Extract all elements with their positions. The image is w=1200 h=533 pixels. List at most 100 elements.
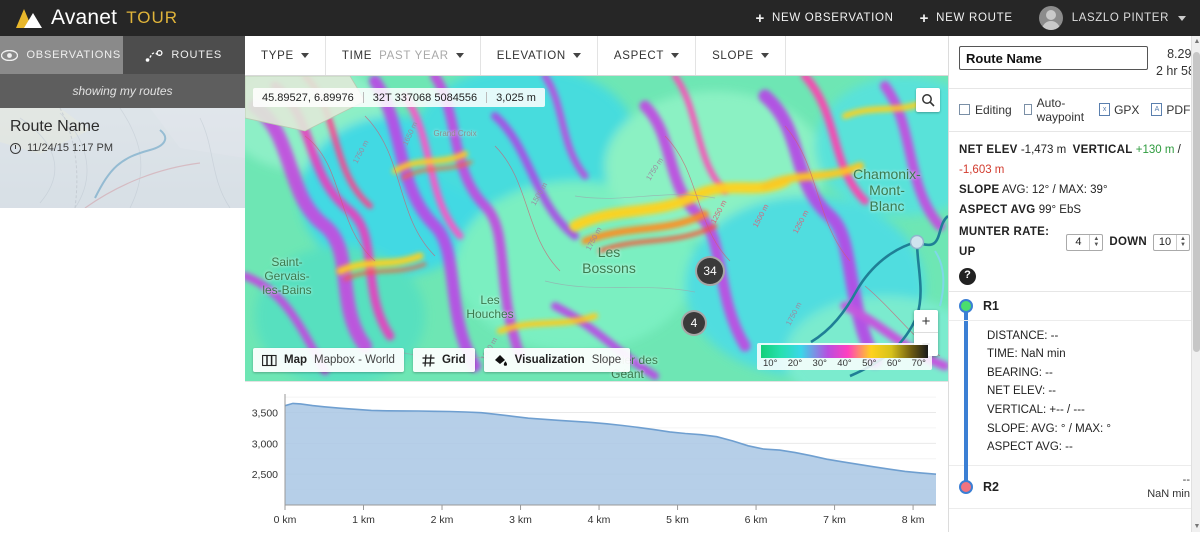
gpx-export-link[interactable]: x GPX: [1099, 103, 1139, 117]
coords-elevation: 3,025 m: [487, 92, 545, 104]
legend-ticks: 10° 20° 30° 40° 50° 60° 70°: [761, 358, 928, 369]
map-cluster-marker[interactable]: 4: [681, 310, 707, 336]
help-button[interactable]: ?: [959, 268, 976, 285]
tab-observations-label: OBSERVATIONS: [26, 49, 121, 61]
map-visualization-selector[interactable]: Visualization Slope: [484, 348, 631, 372]
svg-text:1 km: 1 km: [352, 514, 375, 526]
waypoint-vertical: VERTICAL: +-- / ---: [987, 401, 1190, 420]
new-route-button[interactable]: + NEW ROUTE: [920, 11, 1013, 26]
waypoint-stats-r1: DISTANCE: -- TIME: NaN min BEARING: -- N…: [949, 321, 1200, 466]
aspect-value: 99° EbS: [1039, 204, 1081, 216]
mountain-logo-icon: [16, 8, 42, 28]
filter-elevation-label: ELEVATION: [497, 50, 566, 62]
waypoint-row-r2[interactable]: R2 -- NaN min: [949, 466, 1200, 510]
coords-latlon: 45.89527, 6.89976: [253, 92, 363, 104]
legend-gradient: [761, 345, 928, 358]
coordinate-readout: 45.89527, 6.89976 32T 337068 5084556 3,0…: [253, 88, 545, 107]
brand-logo[interactable]: Avanet TOUR: [0, 6, 178, 30]
plus-icon: +: [756, 11, 765, 26]
filter-aspect-label: ASPECT: [614, 50, 664, 62]
new-observation-button[interactable]: + NEW OBSERVATION: [756, 11, 894, 26]
vertical-label: VERTICAL: [1073, 144, 1133, 156]
waypoint-row-r1[interactable]: R1: [949, 292, 1200, 321]
panel-header: 8.292 km 2 hr 58 min: [949, 36, 1200, 88]
top-header: Avanet TOUR + NEW OBSERVATION + NEW ROUT…: [0, 0, 1200, 36]
svg-text:0 km: 0 km: [274, 514, 297, 526]
filter-slope-label: SLOPE: [712, 50, 754, 62]
legend-tick: 30°: [813, 358, 827, 369]
cluster-count: 34: [703, 264, 716, 278]
waypoint-list: R1 DISTANCE: -- TIME: NaN min BEARING: -…: [949, 291, 1200, 510]
zoom-in-button[interactable]: +: [914, 310, 938, 333]
munter-label: MUNTER RATE: UP: [959, 222, 1060, 262]
filter-type[interactable]: TYPE: [245, 36, 326, 75]
route-list-item[interactable]: Route Name 11/24/15 1:17 PM: [0, 108, 245, 208]
route-card-title: Route Name: [10, 118, 100, 136]
map-basemap-label: Map: [284, 354, 307, 366]
route-name-input[interactable]: [959, 46, 1148, 70]
route-card-timestamp: 11/24/15 1:17 PM: [27, 142, 113, 154]
stepper-arrows-icon[interactable]: ▲▼: [1176, 235, 1189, 250]
chevron-down-icon: [301, 53, 309, 58]
elevation-profile-chart[interactable]: 2,5003,0003,5000 km1 km2 km3 km4 km5 km6…: [245, 381, 948, 532]
munter-down-label: DOWN: [1109, 232, 1147, 252]
pdf-label: PDF: [1166, 103, 1190, 117]
new-route-label: NEW ROUTE: [936, 12, 1013, 24]
checkbox-icon: [1024, 104, 1032, 115]
vertical-separator: /: [1178, 144, 1181, 156]
brand-subtitle: TOUR: [126, 8, 178, 28]
stepper-arrows-icon[interactable]: ▲▼: [1089, 235, 1102, 250]
chevron-down-icon: [761, 53, 769, 58]
panel-scrollbar[interactable]: ▲ ▼: [1191, 36, 1200, 532]
svg-text:3 km: 3 km: [509, 514, 532, 526]
grid-icon: [422, 354, 435, 367]
scrollbar-thumb[interactable]: [1193, 52, 1200, 352]
waypoint-bearing: BEARING: --: [987, 364, 1190, 383]
scroll-down-arrow-icon[interactable]: ▼: [1194, 523, 1200, 530]
coords-utm: 32T 337068 5084556: [364, 92, 486, 104]
legend-tick: 50°: [862, 358, 876, 369]
filter-time-value: PAST YEAR: [379, 50, 449, 62]
aspect-row: ASPECT AVG 99° EbS: [959, 200, 1190, 220]
map-grid-toggle[interactable]: Grid: [413, 348, 475, 372]
filter-toolbar: TYPE TIME PAST YEAR ELEVATION ASPECT SLO…: [245, 36, 948, 76]
app-root: Avanet TOUR + NEW OBSERVATION + NEW ROUT…: [0, 0, 1200, 532]
slope-label: SLOPE: [959, 184, 999, 196]
svg-text:2 km: 2 km: [431, 514, 454, 526]
map-control-row: Map Mapbox - World Grid Visualization: [253, 348, 630, 372]
filter-time[interactable]: TIME PAST YEAR: [326, 36, 481, 75]
map-basemap-selector[interactable]: Map Mapbox - World: [253, 348, 404, 372]
legend-tick: 20°: [788, 358, 802, 369]
net-elev-row: NET ELEV -1,473 m VERTICAL +130 m / -1,6…: [959, 140, 1190, 180]
filter-aspect[interactable]: ASPECT: [598, 36, 696, 75]
filter-elevation[interactable]: ELEVATION: [481, 36, 598, 75]
map-cluster-marker[interactable]: 34: [695, 256, 725, 286]
elevation-profile-svg: 2,5003,0003,5000 km1 km2 km3 km4 km5 km6…: [245, 382, 948, 533]
search-icon: [921, 93, 935, 107]
waypoint-summary: -- NaN min: [1147, 473, 1190, 502]
sidebar-empty-area: [0, 208, 245, 532]
map-view[interactable]: 1750 m 1650 m 1500 m 1750 m 1750 m 1250 …: [245, 76, 948, 381]
scroll-up-arrow-icon[interactable]: ▲: [1194, 38, 1200, 45]
header-actions: + NEW OBSERVATION + NEW ROUTE LASZLO PIN…: [756, 6, 1200, 30]
filter-type-label: TYPE: [261, 50, 294, 62]
munter-up-stepper[interactable]: 4 ▲▼: [1066, 234, 1103, 251]
editing-label: Editing: [975, 103, 1012, 117]
map-search-button[interactable]: [916, 88, 940, 112]
chevron-down-icon: [671, 53, 679, 58]
pdf-export-link[interactable]: A PDF: [1151, 103, 1190, 117]
editing-checkbox[interactable]: Editing: [959, 103, 1012, 117]
svg-text:6 km: 6 km: [745, 514, 768, 526]
user-menu[interactable]: LASZLO PINTER: [1039, 6, 1186, 30]
tab-observations[interactable]: OBSERVATIONS: [0, 36, 123, 74]
auto-waypoint-checkbox[interactable]: Auto-waypoint: [1024, 96, 1087, 124]
gpx-file-icon: x: [1099, 103, 1110, 116]
checkbox-icon: [959, 104, 970, 115]
waypoint-time: TIME: NaN min: [987, 345, 1190, 364]
svg-text:3,000: 3,000: [252, 438, 278, 450]
route-card-meta: 11/24/15 1:17 PM: [10, 142, 113, 154]
munter-down-stepper[interactable]: 10 ▲▼: [1153, 234, 1190, 251]
tab-routes[interactable]: ROUTES: [123, 36, 246, 74]
new-observation-label: NEW OBSERVATION: [772, 12, 894, 24]
filter-slope[interactable]: SLOPE: [696, 36, 786, 75]
